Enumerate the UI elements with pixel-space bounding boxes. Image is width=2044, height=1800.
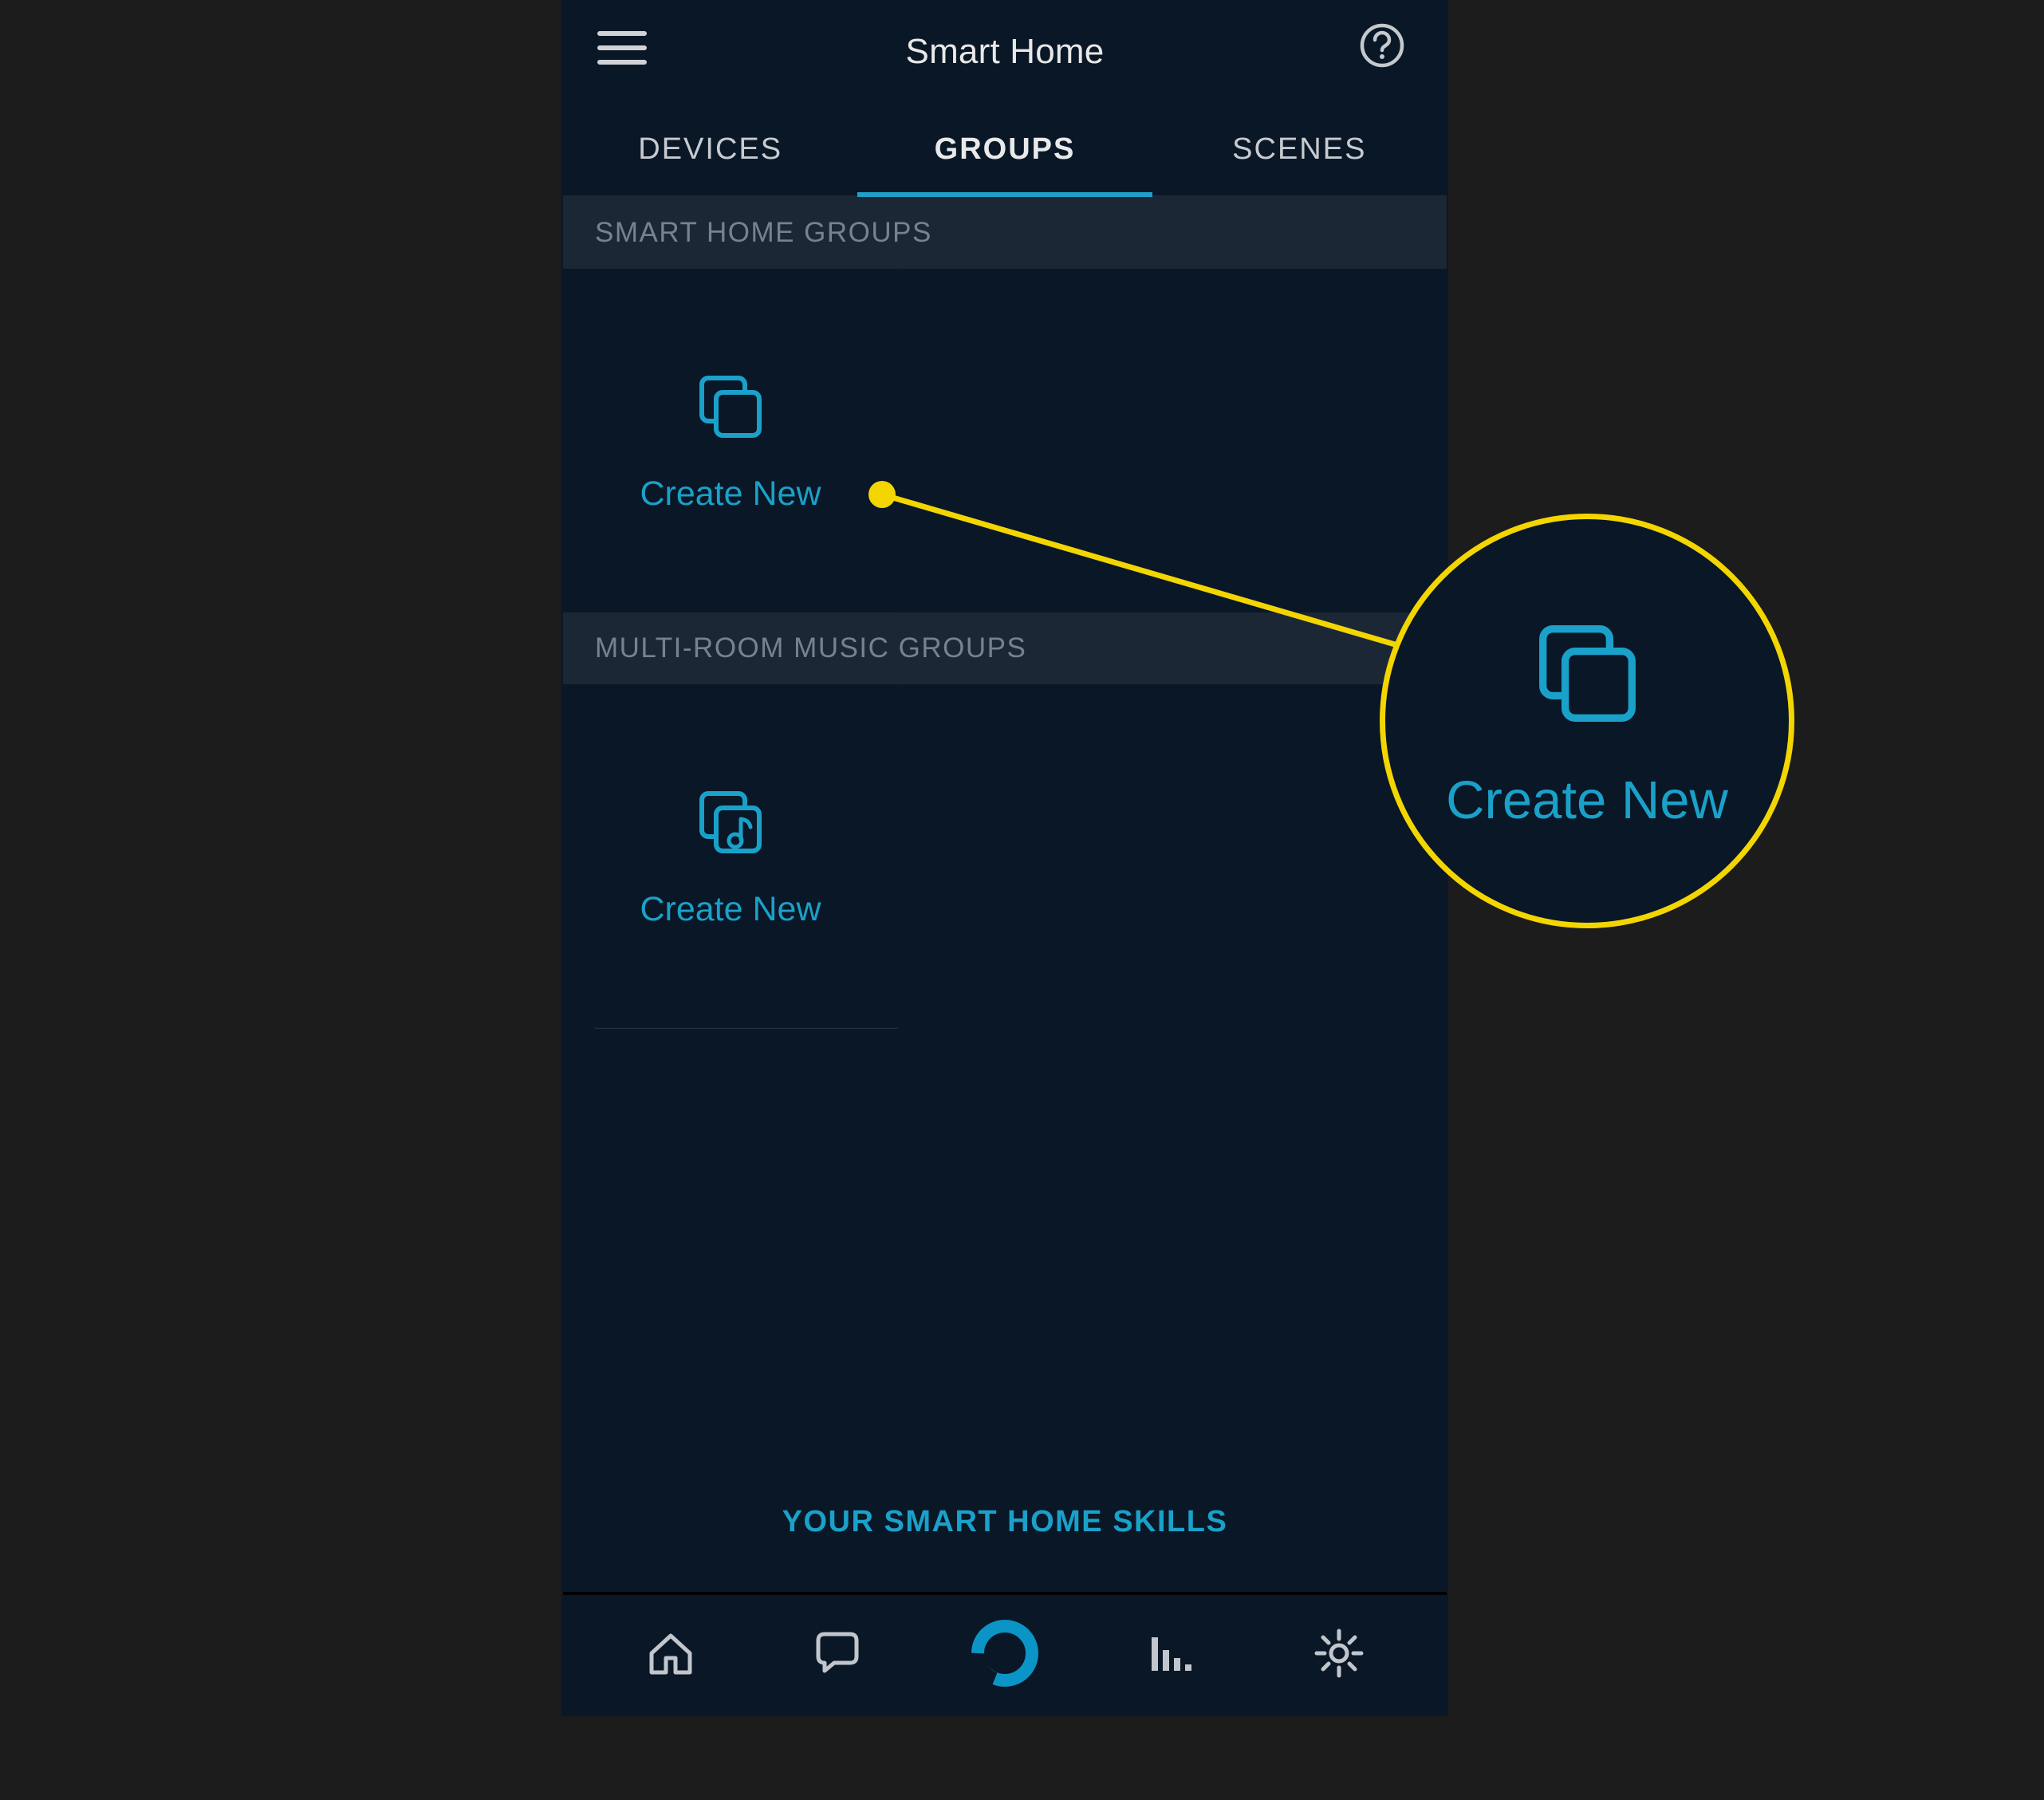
multi-room-music-groups-row: Create New <box>563 684 1447 1028</box>
top-bar: Smart Home <box>563 0 1447 104</box>
tab-groups[interactable]: GROUPS <box>857 104 1152 195</box>
page-title: Smart Home <box>906 32 1105 72</box>
section-header-smart-home-groups: SMART HOME GROUPS <box>563 197 1447 269</box>
nav-now-playing[interactable] <box>1124 1615 1220 1695</box>
tab-devices[interactable]: DEVICES <box>563 104 857 195</box>
divider <box>595 1028 898 1029</box>
nav-alexa[interactable] <box>957 1615 1053 1695</box>
nav-home[interactable] <box>623 1615 719 1695</box>
nav-settings[interactable] <box>1291 1615 1387 1695</box>
home-icon <box>644 1626 698 1684</box>
gear-icon <box>1312 1626 1366 1684</box>
smart-home-screen: Smart Home DEVICES GROUPS SCENES <box>563 0 1447 1715</box>
tab-scenes[interactable]: SCENES <box>1152 104 1447 195</box>
create-new-music-group-tile[interactable]: Create New <box>563 684 899 1028</box>
create-new-group-label: Create New <box>640 475 821 514</box>
tab-scenes-label: SCENES <box>1232 132 1366 167</box>
callout-magnifier: Create New <box>1380 514 1794 928</box>
equalizer-icon <box>1145 1626 1199 1684</box>
stacked-squares-icon <box>1526 612 1649 739</box>
tabs: DEVICES GROUPS SCENES <box>563 104 1447 197</box>
tab-devices-label: DEVICES <box>638 132 782 167</box>
menu-button[interactable] <box>597 29 652 77</box>
tab-groups-label: GROUPS <box>935 132 1076 167</box>
your-smart-home-skills-link[interactable]: YOUR SMART HOME SKILLS <box>563 1505 1447 1539</box>
help-icon <box>1359 58 1405 72</box>
create-new-music-group-label: Create New <box>640 890 821 929</box>
help-button[interactable] <box>1359 22 1413 77</box>
stacked-squares-icon <box>691 367 770 451</box>
callout-label: Create New <box>1446 770 1728 831</box>
stacked-squares-music-icon <box>691 782 770 866</box>
bottom-nav <box>563 1592 1447 1715</box>
create-new-group-tile[interactable]: Create New <box>563 269 899 612</box>
smart-home-groups-row: Create New <box>563 269 1447 612</box>
chat-icon <box>810 1626 864 1684</box>
section-header-multi-room-music-groups: MULTI-ROOM MUSIC GROUPS <box>563 612 1447 684</box>
nav-chat[interactable] <box>790 1615 885 1695</box>
alexa-ring-icon <box>969 1617 1041 1693</box>
hamburger-icon <box>597 57 648 70</box>
